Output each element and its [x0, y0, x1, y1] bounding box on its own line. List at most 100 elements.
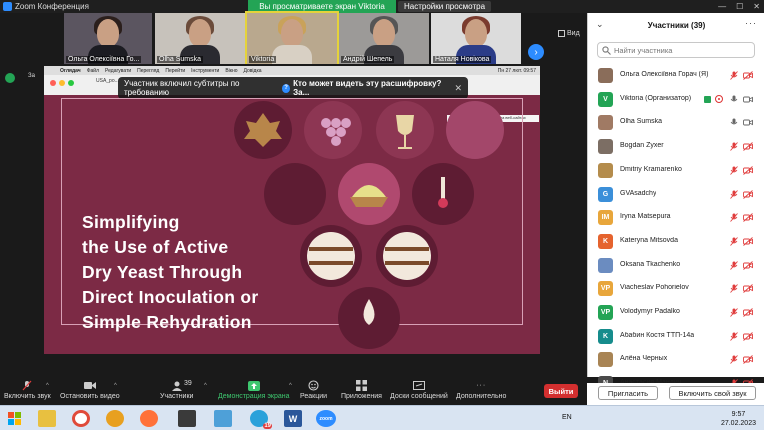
security-shield-icon: [5, 73, 15, 83]
video-off-icon: [743, 142, 753, 151]
participant-body: [272, 45, 312, 64]
muted-mic-icon: [730, 189, 738, 199]
start-button[interactable]: [6, 410, 24, 427]
maximize-button[interactable]: ☐: [736, 2, 743, 11]
search-icon: [602, 45, 611, 55]
thermometer-icon: [438, 177, 448, 208]
zoom-taskbar-icon[interactable]: zoom: [316, 410, 336, 427]
zoom-dot-icon: [68, 80, 74, 86]
chrome-icon[interactable]: [72, 410, 90, 427]
caret-up-icon[interactable]: ^: [46, 383, 49, 389]
close-banner-icon[interactable]: ✕: [454, 83, 462, 94]
telegram-taskbar-icon[interactable]: 19: [250, 410, 272, 429]
caret-up-icon[interactable]: ^: [289, 383, 292, 389]
document-title: USA_po...: [96, 78, 119, 84]
zoom-label: zoom: [319, 415, 333, 422]
participant-row[interactable]: VP Volodymyr Padalko: [588, 301, 764, 324]
participant-row[interactable]: G GVAsadchy: [588, 183, 764, 206]
clock-date: 27.02.2023: [720, 420, 756, 427]
slide-title: Simplifying the Use of Active Dry Yeast …: [82, 210, 342, 335]
caret-up-icon[interactable]: ^: [114, 383, 117, 389]
toolbar-label: Реакции: [300, 393, 328, 400]
mac-menu-item: Редагувати: [104, 67, 132, 74]
leave-meeting-button[interactable]: Выйти: [544, 384, 578, 398]
unmute-self-button[interactable]: Включить свой звук: [669, 386, 756, 400]
file-explorer-icon[interactable]: [38, 410, 56, 427]
close-button[interactable]: ✕: [753, 2, 760, 11]
share-screen-button[interactable]: Демонстрация экрана: [218, 380, 290, 400]
captions-info-link[interactable]: ? Кто может видеть эту расшифровку? За..…: [282, 79, 444, 97]
participant-face: [189, 19, 211, 47]
participant-row[interactable]: Ольга Олексіївна Горач (Я): [588, 64, 764, 87]
muted-mic-icon: [730, 142, 738, 151]
invite-button[interactable]: Пригласить: [598, 386, 658, 400]
more-button[interactable]: ··· Дополнительно: [456, 380, 506, 400]
unmute-button[interactable]: Включить звук: [4, 380, 51, 400]
muted-mic-icon: [730, 308, 738, 317]
grape-leaf-icon: [244, 113, 282, 147]
participant-face: [373, 19, 395, 47]
avatar: [598, 162, 613, 178]
participant-name: Dmitriy Kramarenko: [620, 165, 682, 173]
language-indicator[interactable]: EN: [562, 414, 572, 421]
apps-button[interactable]: Приложения: [341, 380, 382, 400]
leave-label: Выйти: [548, 386, 574, 396]
barrel-circle: [376, 225, 438, 287]
participant-row[interactable]: Oksana Tkachenko: [588, 254, 764, 277]
video-tile[interactable]: Ольга Олексіївна Го...: [64, 13, 152, 64]
yandex-browser-icon[interactable]: [106, 410, 124, 427]
media-player-icon[interactable]: [178, 410, 196, 427]
reactions-button[interactable]: Реакции: [300, 380, 327, 400]
participant-name: Oksana Tkachenko: [620, 260, 681, 268]
thermometer-circle: [412, 163, 474, 225]
collapse-chevron-icon[interactable]: ⌄: [596, 19, 604, 30]
view-options-button[interactable]: Настройки просмотра: [398, 1, 492, 12]
participant-search[interactable]: [597, 42, 755, 58]
slide-title-line: Direct Inoculation or: [82, 287, 259, 307]
avatar: [598, 115, 613, 131]
caret-up-icon[interactable]: ^: [204, 383, 207, 389]
video-tile-active-speaker[interactable]: Viktoria: [245, 11, 339, 66]
video-tile[interactable]: Olha Sumska: [155, 13, 245, 64]
stop-video-button[interactable]: Остановить видео: [60, 380, 120, 400]
participant-row[interactable]: K Kateryna Mitsovda: [588, 230, 764, 253]
system-clock[interactable]: 9:57 27.02.2023: [721, 410, 756, 428]
word-label: W: [288, 413, 298, 424]
recording-badge-icon: [715, 94, 723, 103]
participant-row[interactable]: VP Viacheslav Pohorielov: [588, 277, 764, 300]
video-tile-name: Viktoria: [249, 56, 277, 63]
participant-row[interactable]: Dmitriy Kramarenko: [588, 159, 764, 182]
video-tile-name: Андрій Шепель: [341, 56, 395, 63]
participant-name: Iryna Matsepura: [620, 213, 671, 221]
video-off-icon: [743, 308, 753, 317]
word-taskbar-icon[interactable]: W: [284, 410, 302, 427]
video-tile[interactable]: Наталя Новікова: [431, 13, 521, 64]
windows-taskbar: 19 W zoom EN 9:57 27.02.2023: [0, 405, 764, 430]
participant-row[interactable]: Olha Sumska: [588, 111, 764, 134]
participant-name: Olha Sumska: [620, 118, 663, 126]
participant-row[interactable]: V Viktoria (Организатор): [588, 88, 764, 111]
participant-name: Kateryna Mitsovda: [620, 236, 678, 244]
app-title: Zoom Конференция: [15, 2, 89, 11]
video-tile[interactable]: Андрій Шепель: [339, 13, 429, 64]
participant-row[interactable]: Алёна Черных: [588, 348, 764, 371]
participant-row[interactable]: IM Iryna Matsepura: [588, 206, 764, 229]
mac-menu-item: Файл: [86, 67, 99, 74]
view-menu[interactable]: Вид: [558, 30, 580, 37]
participant-face: [97, 19, 119, 47]
more-options-icon[interactable]: ···: [745, 18, 757, 28]
participant-row[interactable]: K Абабин Костя ТТП-14а: [588, 325, 764, 348]
participant-name: Viktoria (Организатор): [620, 94, 692, 102]
participant-row[interactable]: Bogdan Zyxer: [588, 135, 764, 158]
photos-app-icon[interactable]: [214, 410, 232, 427]
muted-mic-icon: [730, 284, 738, 294]
participant-face: [465, 19, 487, 47]
search-input[interactable]: [614, 45, 744, 55]
firefox-icon[interactable]: [140, 410, 158, 427]
whiteboards-button[interactable]: Доски сообщений: [390, 380, 448, 400]
view-options-label: Настройки просмотра: [404, 2, 486, 11]
grapes-circle: [304, 101, 362, 159]
next-page-arrow-icon[interactable]: ›: [528, 44, 544, 60]
minimize-button[interactable]: —: [718, 2, 726, 11]
more-icon: ···: [476, 382, 487, 389]
